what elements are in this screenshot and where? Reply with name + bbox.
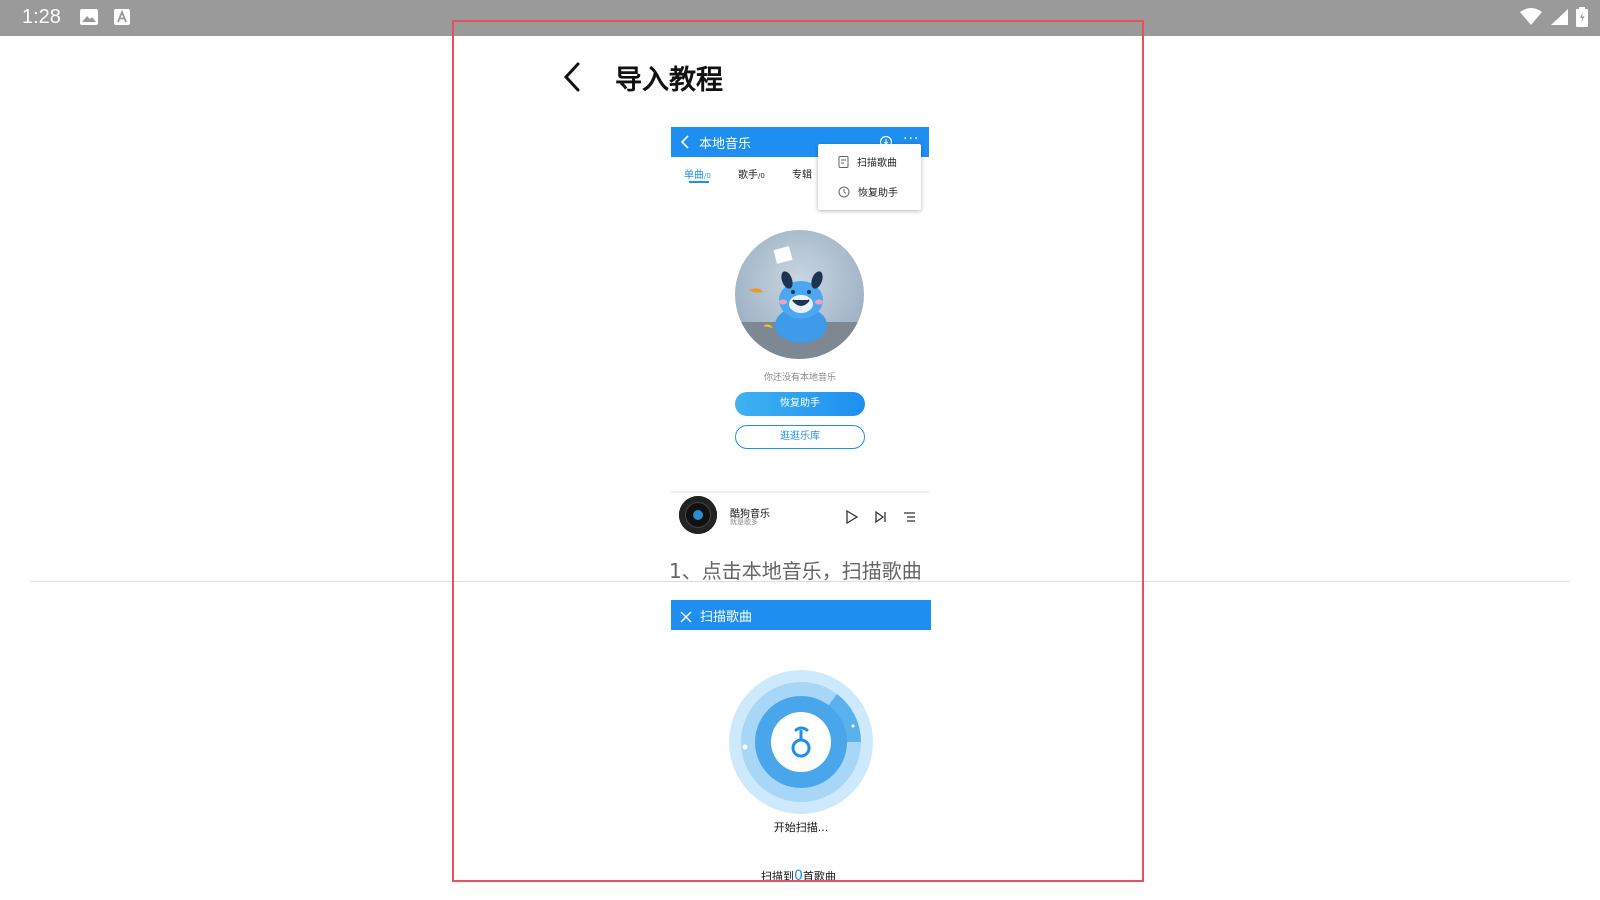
battery-icon — [1576, 7, 1588, 31]
image-icon — [80, 9, 98, 29]
signal-icon — [1550, 8, 1568, 30]
status-time: 1:28 — [22, 6, 61, 28]
wifi-icon — [1520, 8, 1542, 30]
highlight-frame — [452, 20, 1144, 882]
text-a-icon — [114, 9, 130, 29]
